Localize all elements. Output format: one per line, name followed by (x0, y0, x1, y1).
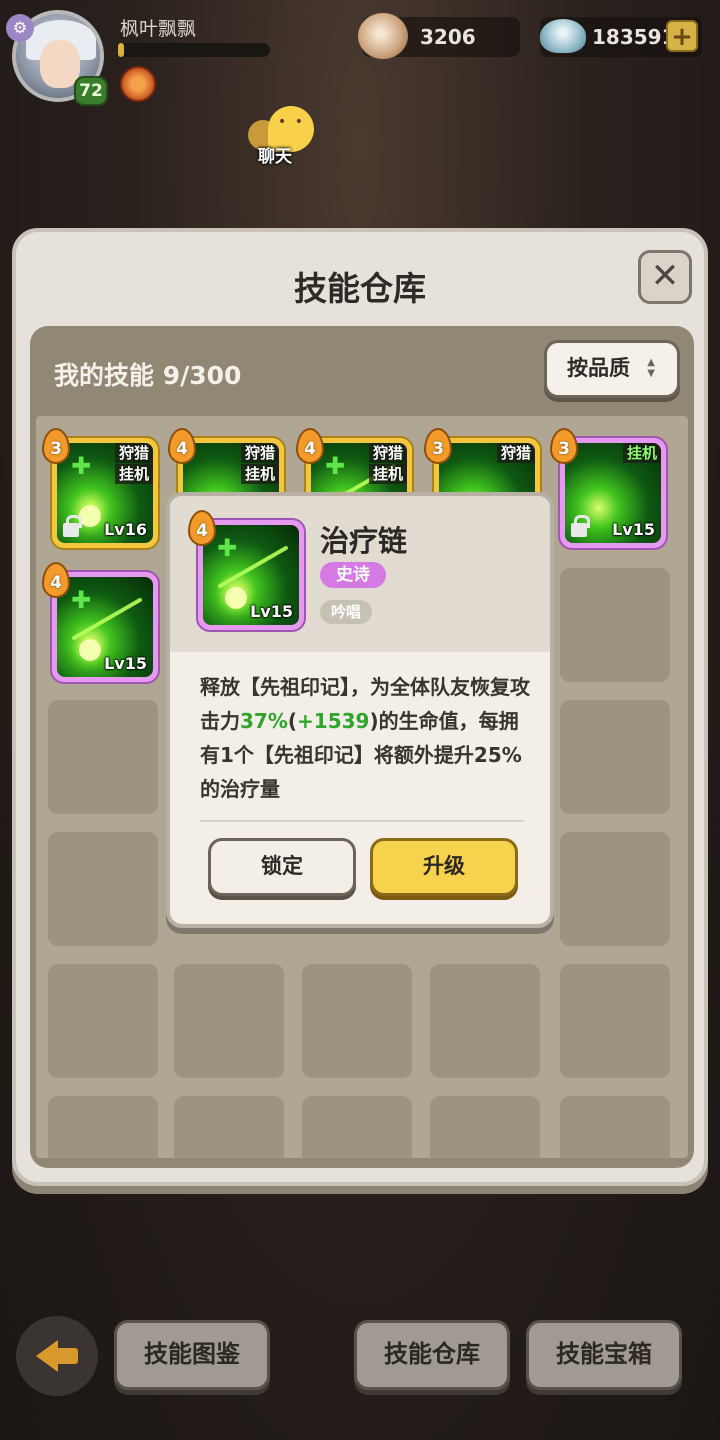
empty-slot (48, 700, 158, 814)
star-badge: 3 (424, 428, 452, 464)
heal-cross-icon: ✚ (71, 452, 92, 480)
star-badge: 4 (168, 428, 196, 464)
settings-gear-icon[interactable]: ⚙ (6, 14, 34, 42)
shell-currency: 3206 (358, 13, 520, 59)
skill-orb (225, 587, 247, 609)
heal-cross-icon: ✚ (325, 452, 346, 480)
skill-orb (79, 639, 101, 661)
skill-warehouse-button[interactable]: 技能仓库 (354, 1320, 510, 1390)
lock-icon (63, 515, 82, 537)
rarity-tag: 史诗 (320, 562, 386, 588)
back-arrow-icon (36, 1340, 58, 1372)
upgrade-button[interactable]: 升级 (370, 838, 518, 896)
popup-skill-card: ✚ Lv15 4 (188, 510, 306, 632)
heal-cross-icon: ✚ (71, 586, 92, 614)
divider (200, 820, 524, 822)
skill-description: 释放【先祖印记】，为全体队友恢复攻击力37%(+1539)的生命值，每拥有1个【… (200, 670, 530, 806)
skill-tag-hunt: 狩猎 (240, 443, 279, 463)
sort-by-quality-button[interactable]: 按品质 ▲ ▼ (544, 340, 680, 398)
skill-detail-popup: ✚ Lv15 4 治疗链 史诗 吟唱 释放【先祖印记】，为全体队友恢复攻击力37… (166, 492, 554, 928)
skill-tag-idle: 挂机 (114, 464, 153, 484)
player-level-badge: 72 (74, 76, 108, 106)
shell-icon (358, 13, 408, 59)
empty-slot (560, 964, 670, 1078)
skill-level: Lv15 (612, 520, 655, 539)
skill-level: Lv15 (104, 654, 147, 673)
skill-chest-button[interactable]: 技能宝箱 (526, 1320, 682, 1390)
xp-fill (118, 43, 125, 57)
empty-slot (174, 964, 284, 1078)
desc-paren-open: ( (287, 709, 298, 733)
desc-bonus: +1539 (297, 709, 370, 733)
skill-level: Lv16 (104, 520, 147, 539)
gem-amount: 183591 (592, 25, 676, 49)
inventory-header: 我的技能 9/300 按品质 ▲ ▼ (30, 326, 694, 414)
add-gems-button[interactable]: + (666, 20, 698, 52)
skill-tag-hunt: 狩猎 (496, 443, 535, 463)
star-badge: 4 (188, 510, 216, 546)
gem-currency: 183591 + (540, 17, 702, 57)
buff-icon[interactable] (120, 66, 156, 102)
skill-level: Lv15 (250, 602, 293, 621)
empty-slot (174, 1096, 284, 1158)
sort-label: 按品质 (567, 356, 630, 380)
back-arrow-tail (56, 1348, 78, 1364)
skill-codex-button[interactable]: 技能图鉴 (114, 1320, 270, 1390)
empty-slot (48, 832, 158, 946)
player-name: 枫叶飘飘 (120, 18, 197, 40)
empty-slot (560, 700, 670, 814)
skill-card[interactable]: ✚ 狩猎 挂机 Lv16 3 (42, 428, 160, 550)
empty-slot (430, 964, 540, 1078)
lock-button[interactable]: 锁定 (208, 838, 356, 896)
empty-slot (302, 964, 412, 1078)
skill-card[interactable]: ✚ Lv15 4 (42, 562, 160, 684)
skill-art: 挂机 Lv15 (565, 443, 661, 543)
desc-percent: 37% (240, 709, 288, 733)
empty-slot (48, 964, 158, 1078)
skill-count: 我的技能 9/300 (54, 361, 242, 390)
empty-slot (430, 1096, 540, 1158)
skill-art: ✚ 狩猎 挂机 Lv16 (57, 443, 153, 543)
star-badge: 3 (42, 428, 70, 464)
sort-arrows-icon: ▲ ▼ (647, 357, 655, 379)
skill-card[interactable]: 挂机 Lv15 3 (550, 428, 668, 550)
empty-slot (302, 1096, 412, 1158)
desc-paren-close: ) (369, 709, 379, 733)
chat-label: 聊天 (258, 147, 292, 167)
skill-tag-idle: 挂机 (240, 464, 279, 484)
empty-slot (48, 1096, 158, 1158)
skill-art: ✚ Lv15 (203, 525, 299, 625)
chat-button[interactable]: 聊天 (242, 104, 322, 168)
gem-icon (540, 19, 586, 53)
lock-icon (571, 515, 590, 537)
empty-slot (560, 832, 670, 946)
shell-amount: 3206 (420, 25, 476, 49)
back-button[interactable] (16, 1316, 98, 1396)
star-badge: 3 (550, 428, 578, 464)
heal-cross-icon: ✚ (217, 534, 238, 562)
skill-type-tag: 吟唱 (320, 600, 372, 624)
panel-title: 技能仓库 (294, 269, 426, 308)
skill-tag-idle: 挂机 (368, 464, 407, 484)
close-button[interactable]: ✕ (638, 250, 692, 304)
skill-orb (79, 505, 101, 527)
empty-slot (560, 1096, 670, 1158)
skill-name: 治疗链 (320, 524, 408, 558)
skill-art: ✚ Lv15 (57, 577, 153, 677)
skill-tag-hunt: 狩猎 (114, 443, 153, 463)
skill-tag-idle: 挂机 (622, 443, 661, 463)
xp-bar (118, 43, 270, 57)
star-badge: 4 (42, 562, 70, 598)
star-badge: 4 (296, 428, 324, 464)
empty-slot (560, 568, 670, 682)
skill-tag-hunt: 狩猎 (368, 443, 407, 463)
